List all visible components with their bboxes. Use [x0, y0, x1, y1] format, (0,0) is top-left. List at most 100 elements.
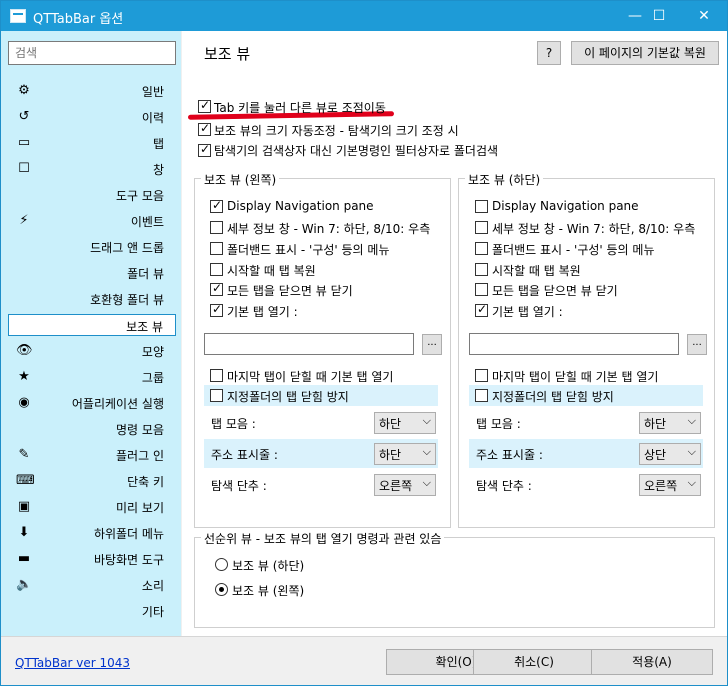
version-link[interactable]: QTTabBar ver 1043: [15, 656, 130, 670]
option-checkbox[interactable]: [475, 221, 488, 234]
sidebar-item-icon: ◉: [18, 395, 30, 410]
option-label: Display Navigation pane: [492, 199, 639, 213]
dropdown-value: 상단: [644, 448, 667, 462]
help-button[interactable]: ?: [537, 41, 561, 65]
reset-defaults-button[interactable]: 이 페이지의 기본값 복원: [571, 41, 719, 65]
dropdown-select[interactable]: 오른쪽 ⌵: [374, 474, 436, 496]
browse-button[interactable]: ...: [422, 334, 442, 355]
dropdown-select[interactable]: 상단 ⌵: [639, 443, 701, 465]
radio-left-view-label: 보조 뷰 (왼쪽): [232, 584, 305, 598]
dropdown-value: 하단: [379, 417, 402, 431]
option-checkbox[interactable]: [475, 369, 488, 382]
sidebar-item-label: 일반: [141, 85, 164, 99]
sidebar-item[interactable]: ☐ 창: [8, 158, 176, 180]
option-label: 모든 탭을 닫으면 뷰 닫기: [492, 284, 618, 298]
top-option-2-checkbox[interactable]: [198, 121, 211, 136]
top-option-2-label: 보조 뷰의 크기 자동조정 - 탐색기의 크기 조정 시: [214, 124, 459, 138]
sidebar-item[interactable]: ⚡ 이벤트: [8, 210, 176, 232]
option-checkbox[interactable]: [210, 281, 223, 296]
sidebar-item[interactable]: ★ 그룹: [8, 366, 176, 388]
dropdown-select[interactable]: 하단 ⌵: [374, 412, 436, 434]
sidebar-item[interactable]: 폴더 뷰: [8, 262, 176, 284]
select-label: 주소 표시줄 :: [211, 448, 278, 462]
sidebar-item[interactable]: ✎ 플러그 인: [8, 444, 176, 466]
page-title: 보조 뷰: [204, 45, 251, 63]
sidebar-item[interactable]: ↺ 이력: [8, 106, 176, 128]
default-tab-path-input[interactable]: [469, 333, 679, 355]
radio-left-view[interactable]: [215, 583, 228, 596]
priority-view-legend: 선순위 뷰 - 보조 뷰의 탭 열기 명령과 관련 있슴: [201, 530, 445, 547]
sidebar-item-label: 플러그 인: [116, 449, 164, 463]
sidebar-item[interactable]: 기타: [8, 600, 176, 622]
sidebar-item[interactable]: 드래그 앤 드롭: [8, 236, 176, 258]
sidebar-item-label: 미리 보기: [116, 501, 164, 515]
sidebar-item-label: 기타: [141, 605, 164, 619]
sidebar-item-icon: ★: [18, 369, 30, 384]
option-checkbox[interactable]: [210, 242, 223, 255]
option-checkbox[interactable]: [210, 302, 223, 317]
dropdown-select[interactable]: 하단 ⌵: [639, 412, 701, 434]
default-tab-path-input[interactable]: [204, 333, 414, 355]
sidebar-item[interactable]: 👁 모양: [8, 340, 176, 362]
select-label: 주소 표시줄 :: [476, 448, 543, 462]
cancel-button[interactable]: 취소(C): [473, 649, 595, 675]
dropdown-value: 하단: [644, 417, 667, 431]
dropdown-value: 오른쪽: [379, 479, 413, 493]
option-checkbox[interactable]: [475, 283, 488, 296]
sidebar-item[interactable]: 호환형 폴더 뷰: [8, 288, 176, 310]
search-input[interactable]: [8, 41, 176, 65]
dropdown-select[interactable]: 오른쪽 ⌵: [639, 474, 701, 496]
close-button[interactable]: ✕: [681, 1, 727, 31]
sidebar-item[interactable]: 도구 모음: [8, 184, 176, 206]
chevron-down-icon: ⌵: [422, 414, 431, 427]
option-checkbox[interactable]: [210, 198, 223, 213]
sidebar-item-label: 드래그 앤 드롭: [90, 241, 164, 255]
browse-button[interactable]: ...: [687, 334, 707, 355]
sidebar-item[interactable]: 보조 뷰: [8, 314, 176, 336]
sidebar-item-icon: ▭: [17, 135, 31, 150]
radio-bottom-view[interactable]: [215, 558, 228, 571]
option-checkbox[interactable]: [210, 389, 223, 402]
top-option-3-checkbox[interactable]: [198, 142, 211, 157]
sidebar-item-icon: ▬: [17, 551, 31, 566]
sidebar-item[interactable]: ⚙ 일반: [8, 80, 176, 102]
sidebar-item[interactable]: ▭ 탭: [8, 132, 176, 154]
option-checkbox[interactable]: [210, 221, 223, 234]
option-label: 시작할 때 탭 복원: [492, 264, 581, 278]
chevron-down-icon: ⌵: [422, 476, 431, 489]
option-checkbox[interactable]: [210, 369, 223, 382]
sidebar-item[interactable]: ◉ 어플리케이션 실행: [8, 392, 176, 414]
dropdown-select[interactable]: 하단 ⌵: [374, 443, 436, 465]
option-checkbox[interactable]: [475, 200, 488, 213]
sidebar-item[interactable]: ▣ 미리 보기: [8, 496, 176, 518]
top-option-1-checkbox[interactable]: [198, 98, 211, 113]
sidebar-item-icon: ⌨: [16, 473, 35, 488]
sidebar-item-label: 폴더 뷰: [127, 267, 164, 281]
sidebar-item[interactable]: ⌨ 단축 키: [8, 470, 176, 492]
sidebar-item-label: 소리: [141, 579, 164, 593]
bottom-view-legend: 보조 뷰 (하단): [465, 171, 544, 188]
main-panel: 보조 뷰 ? 이 페이지의 기본값 복원 Tab 키를 눌러 다른 뷰로 조점이…: [182, 31, 727, 636]
sidebar-item[interactable]: ▬ 바탕화면 도구: [8, 548, 176, 570]
select-label: 탐색 단추 :: [476, 479, 532, 493]
sidebar-item[interactable]: 명령 모음: [8, 418, 176, 440]
option-label: 지정폴더의 탭 닫힘 방지: [227, 390, 349, 404]
sidebar-item-label: 단축 키: [127, 475, 164, 489]
option-checkbox[interactable]: [475, 302, 488, 317]
chevron-down-icon: ⌵: [687, 414, 696, 427]
dropdown-value: 하단: [379, 448, 402, 462]
title-bar: QTTabBar 옵션 — ☐ ✕: [1, 1, 727, 31]
option-checkbox[interactable]: [475, 389, 488, 402]
apply-button[interactable]: 적용(A): [591, 649, 713, 675]
maximize-button[interactable]: ☐: [636, 1, 682, 31]
sidebar-item-label: 보조 뷰: [126, 320, 163, 334]
option-checkbox[interactable]: [210, 263, 223, 276]
option-checkbox[interactable]: [475, 263, 488, 276]
chevron-down-icon: ⌵: [687, 476, 696, 489]
select-label: 탐색 단추 :: [211, 479, 267, 493]
option-checkbox[interactable]: [475, 242, 488, 255]
sidebar-item[interactable]: ⬇ 하위폴더 메뉴: [8, 522, 176, 544]
sidebar-item[interactable]: 🔈 소리: [8, 574, 176, 596]
option-label: 모든 탭을 닫으면 뷰 닫기: [227, 284, 353, 298]
select-label: 탭 모음 :: [211, 417, 256, 431]
